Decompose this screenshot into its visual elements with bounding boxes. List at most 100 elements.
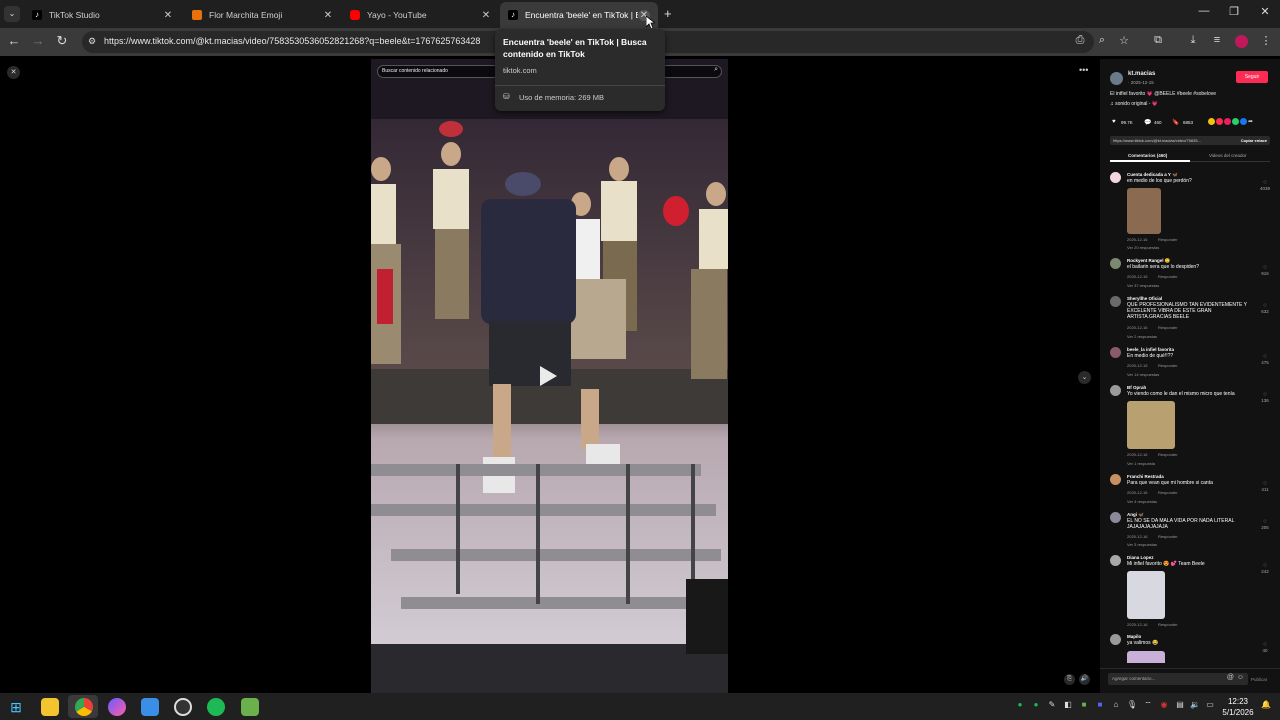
view-replies[interactable]: Ver 3 respuestas: [1127, 542, 1157, 547]
extensions-icon[interactable]: ⧉: [1150, 34, 1166, 47]
chrome-icon[interactable]: [75, 698, 93, 716]
reply-button[interactable]: Responder: [1158, 325, 1178, 330]
commenter-avatar[interactable]: [1110, 347, 1121, 358]
install-app-icon[interactable]: ⎙: [1072, 34, 1088, 47]
close-tab-icon[interactable]: ✕: [162, 10, 174, 21]
reply-button[interactable]: Responder: [1158, 274, 1178, 279]
copy-link-button[interactable]: Copiar enlace: [1241, 138, 1267, 143]
share-facebook-icon[interactable]: [1240, 118, 1247, 125]
windows-start-icon[interactable]: ⊞: [7, 698, 25, 716]
commenter-avatar[interactable]: [1110, 258, 1121, 269]
battery-tray-icon[interactable]: ▭: [1204, 700, 1216, 709]
speaker-tray-icon[interactable]: 🔉: [1189, 700, 1201, 709]
comment-author[interactable]: Sheryllhe Oficial: [1127, 296, 1162, 301]
discord-tray-icon[interactable]: ■: [1094, 700, 1106, 709]
file-explorer-icon[interactable]: [41, 698, 59, 716]
comment-author[interactable]: Diana Lopez: [1127, 555, 1154, 560]
profile-avatar[interactable]: [1235, 35, 1248, 48]
controller-tray-icon[interactable]: ⌂: [1110, 700, 1122, 709]
play-button[interactable]: [540, 366, 557, 386]
reply-button[interactable]: Responder: [1158, 490, 1178, 495]
view-replies[interactable]: Ver 4 respuestas: [1127, 499, 1157, 504]
clock-time[interactable]: 12:23: [1222, 697, 1254, 706]
comment-input[interactable]: Agregar comentario... @ ☺: [1108, 673, 1248, 685]
volume-icon[interactable]: 🔊: [1079, 674, 1090, 685]
comment-author[interactable]: Mapilo: [1127, 634, 1141, 639]
share-pinterest-icon[interactable]: [1224, 118, 1231, 125]
notification-bell-icon[interactable]: 🔔: [1260, 700, 1272, 709]
post-comment-button[interactable]: Publicar: [1251, 677, 1267, 682]
tab-flor-marchita[interactable]: Flor Marchita Emoji ✕: [184, 2, 342, 28]
microphone-tray-icon[interactable]: 🎙: [1126, 700, 1138, 709]
tab-youtube[interactable]: Yayo - YouTube ✕: [342, 2, 500, 28]
search-icon[interactable]: ⌕: [714, 66, 718, 74]
android-tray-icon[interactable]: ■: [1078, 700, 1090, 709]
spotify-tray-icon[interactable]: ●: [1014, 700, 1026, 709]
view-replies[interactable]: Ver 2 respuestas: [1127, 334, 1157, 339]
comment-author[interactable]: Franchi Restrada: [1127, 474, 1164, 479]
captions-icon[interactable]: ⎘: [1064, 674, 1075, 685]
tab-creator-videos[interactable]: Videos del creador: [1209, 153, 1246, 158]
network-tray-icon[interactable]: ▤: [1174, 700, 1186, 709]
more-options-icon[interactable]: •••: [1079, 65, 1088, 75]
post-sound[interactable]: ♫ sonido original - 💗: [1110, 101, 1158, 107]
post-link-box[interactable]: https://www.tiktok.com/@kt.macias/video/…: [1110, 136, 1270, 145]
zoom-icon[interactable]: ⌕: [1094, 34, 1110, 47]
mention-icon[interactable]: @: [1227, 674, 1234, 681]
forward-icon[interactable]: →: [30, 33, 46, 48]
commenter-avatar[interactable]: [1110, 634, 1121, 645]
reading-list-icon[interactable]: ≡: [1209, 34, 1225, 46]
tab-tiktok-studio[interactable]: ♪ TikTok Studio ✕: [24, 2, 182, 28]
creator-avatar[interactable]: [1110, 72, 1123, 85]
bookmark-star-icon[interactable]: ☆: [1116, 34, 1132, 47]
reply-button[interactable]: Responder: [1158, 237, 1178, 242]
minimize-button[interactable]: —: [1189, 5, 1219, 17]
pen-tray-icon[interactable]: ✎: [1046, 700, 1058, 709]
security-tray-icon[interactable]: ◉: [1158, 700, 1170, 709]
spotify-tray-icon-2[interactable]: ●: [1030, 700, 1042, 709]
bookmark-icon[interactable]: 🔖: [1172, 119, 1179, 126]
close-tab-icon[interactable]: ✕: [322, 10, 334, 21]
follow-button[interactable]: Seguir: [1236, 71, 1268, 83]
view-replies[interactable]: Ver 37 respuestas: [1127, 283, 1159, 288]
downloads-icon[interactable]: ⤓: [1185, 34, 1201, 47]
creator-username[interactable]: kt.macias: [1128, 71, 1155, 77]
close-tab-icon[interactable]: ✕: [480, 10, 492, 21]
app-tray-icon[interactable]: ◧: [1062, 700, 1074, 709]
notepad-icon[interactable]: [141, 698, 159, 716]
menu-kebab-icon[interactable]: ⋮: [1258, 34, 1274, 47]
share-embed-icon[interactable]: [1208, 118, 1215, 125]
obs-icon[interactable]: [174, 698, 192, 716]
commenter-avatar[interactable]: [1110, 385, 1121, 396]
reload-icon[interactable]: ↻: [54, 33, 70, 49]
maximize-button[interactable]: ❐: [1219, 5, 1249, 18]
like-heart-icon[interactable]: ♥: [1112, 119, 1116, 125]
emoji-icon[interactable]: ☺: [1237, 674, 1244, 681]
back-icon[interactable]: ←: [6, 33, 22, 48]
comment-author[interactable]: beele_la infiel favorita: [1127, 347, 1174, 352]
new-tab-button[interactable]: +: [664, 6, 672, 21]
comment-icon[interactable]: 💬: [1144, 119, 1151, 126]
view-replies[interactable]: Ver 1 respuesta: [1127, 461, 1155, 466]
next-video-button[interactable]: ⌄: [1078, 371, 1091, 384]
commenter-avatar[interactable]: [1110, 512, 1121, 523]
wifi-tray-icon[interactable]: ⌔: [1142, 700, 1154, 710]
tab-search-button[interactable]: ⌄: [4, 6, 20, 22]
url-text[interactable]: https://www.tiktok.com/@kt.macias/video/…: [104, 36, 504, 46]
site-info-icon[interactable]: ⚙: [88, 36, 96, 47]
reply-button[interactable]: Responder: [1158, 534, 1178, 539]
share-more-icon[interactable]: ➦: [1248, 118, 1253, 125]
close-video-button[interactable]: ✕: [7, 66, 20, 79]
reply-button[interactable]: Responder: [1158, 363, 1178, 368]
clock-date[interactable]: 5/1/2026: [1219, 708, 1257, 717]
share-friends-icon[interactable]: [1216, 118, 1223, 125]
spotify-icon[interactable]: [207, 698, 225, 716]
commenter-avatar[interactable]: [1110, 474, 1121, 485]
comment-author[interactable]: Bf Oprah: [1127, 385, 1146, 390]
commenter-avatar[interactable]: [1110, 555, 1121, 566]
commenter-avatar[interactable]: [1110, 296, 1121, 307]
android-app-icon[interactable]: [241, 698, 259, 716]
tab-comments[interactable]: Comentarios (460): [1128, 153, 1167, 158]
close-window-button[interactable]: ✕: [1250, 5, 1280, 18]
view-replies[interactable]: Ver 20 respuestas: [1127, 245, 1159, 250]
